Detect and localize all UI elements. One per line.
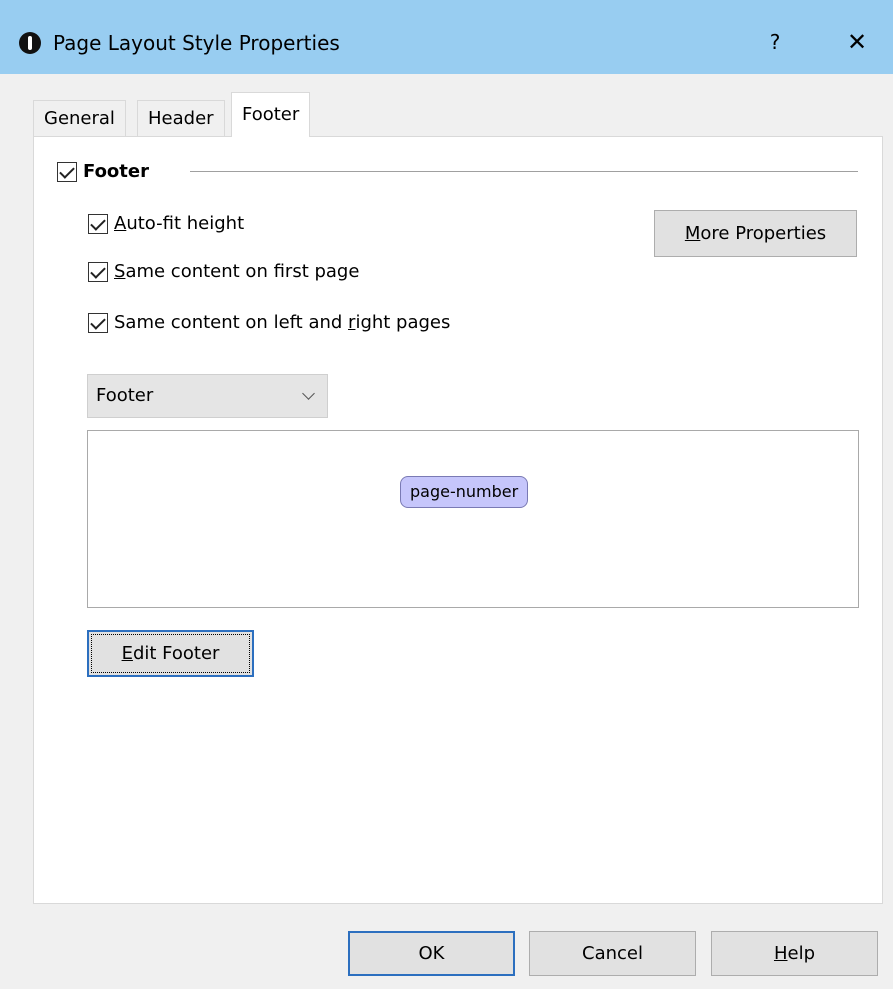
auto-fit-height-checkbox[interactable] (88, 213, 108, 234)
group-separator (190, 171, 858, 172)
more-properties-button[interactable]: More Properties (654, 210, 857, 257)
footer-checkbox-label: Footer (83, 161, 149, 182)
same-first-page-label: Same content on first page (114, 261, 360, 282)
same-left-right-option[interactable]: Same content on left and right pages (88, 312, 450, 333)
help-button[interactable]: Help (711, 931, 878, 976)
footer-checkbox[interactable] (57, 161, 77, 182)
same-first-page-option[interactable]: Same content on first page (88, 261, 359, 282)
page-number-token[interactable]: page-number (400, 476, 529, 508)
edit-footer-button[interactable]: Edit Footer (87, 630, 254, 677)
chevron-down-icon (302, 387, 315, 400)
tab-header[interactable]: Header (137, 100, 225, 136)
footer-preview: page-number (87, 430, 859, 608)
window-title: Page Layout Style Properties (53, 31, 340, 55)
tab-footer[interactable]: Footer (231, 92, 311, 137)
ok-button[interactable]: OK (348, 931, 515, 976)
auto-fit-height-option[interactable]: Auto-fit height (88, 213, 244, 234)
title-bar: Page Layout Style Properties ? ✕ (0, 0, 893, 74)
section-select-value: Footer (96, 385, 154, 406)
close-icon[interactable]: ✕ (840, 26, 874, 58)
tab-general[interactable]: General (33, 100, 126, 136)
help-icon[interactable]: ? (760, 26, 790, 58)
same-left-right-label: Same content on left and right pages (114, 312, 451, 333)
auto-fit-height-label: Auto-fit height (114, 213, 245, 234)
info-icon (19, 32, 41, 54)
cancel-button[interactable]: Cancel (529, 931, 696, 976)
footer-checkbox-row[interactable]: Footer (57, 161, 149, 182)
same-left-right-checkbox[interactable] (88, 312, 108, 333)
same-first-page-checkbox[interactable] (88, 261, 108, 282)
section-select[interactable]: Footer (87, 374, 328, 418)
